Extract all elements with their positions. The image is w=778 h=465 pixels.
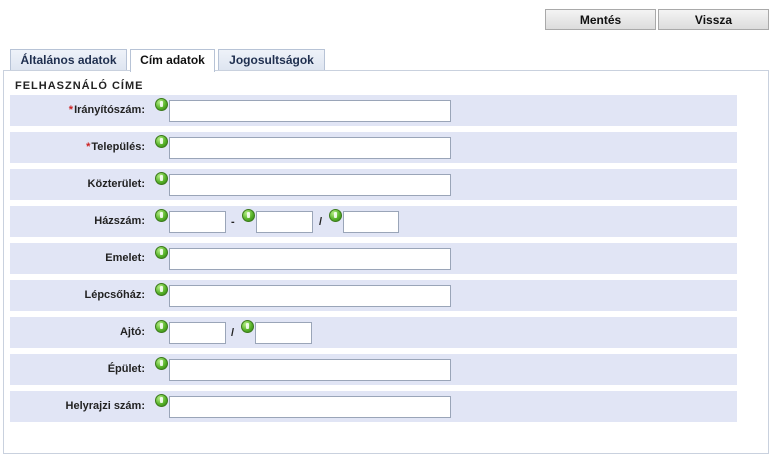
row-house-number: Házszám: - / (10, 206, 737, 237)
tab-general-data[interactable]: Általános adatok (10, 49, 127, 71)
lot-number-input[interactable] (169, 396, 451, 418)
row-street: Közterület: (10, 169, 737, 200)
section-title: FELHASZNÁLÓ CÍME (15, 80, 144, 92)
help-icon[interactable] (155, 135, 168, 148)
tab-address-data[interactable]: Cím adatok (130, 49, 215, 72)
row-door: Ajtó: / (10, 317, 737, 348)
house-number-suffix-input[interactable] (343, 211, 399, 233)
door-label: Ajtó: (119, 326, 145, 338)
help-icon[interactable] (155, 320, 168, 333)
house-number-input[interactable] (169, 211, 226, 233)
building-input[interactable] (169, 359, 451, 381)
house-number-to-input[interactable] (256, 211, 313, 233)
row-building: Épület: (10, 354, 737, 385)
help-icon[interactable] (155, 357, 168, 370)
city-input[interactable] (169, 137, 451, 159)
postal-code-input[interactable] (169, 100, 451, 122)
house-number-separator-slash: / (319, 216, 323, 228)
city-label: *Település: (86, 141, 145, 153)
door-input[interactable] (169, 322, 226, 344)
staircase-label: Lépcsőház: (84, 289, 145, 301)
building-label: Épület: (107, 363, 145, 375)
door-suffix-input[interactable] (255, 322, 312, 344)
help-icon[interactable] (155, 98, 168, 111)
address-panel: FELHASZNÁLÓ CÍME *Irányítószám: *Települ… (3, 70, 769, 454)
help-icon[interactable] (241, 320, 254, 333)
help-icon[interactable] (155, 209, 168, 222)
row-staircase: Lépcsőház: (10, 280, 737, 311)
door-separator-slash: / (231, 327, 235, 339)
save-button[interactable]: Mentés (545, 9, 656, 30)
help-icon[interactable] (155, 246, 168, 259)
staircase-input[interactable] (169, 285, 451, 307)
street-label: Közterület: (87, 178, 145, 190)
lot-number-label: Helyrajzi szám: (65, 400, 145, 412)
help-icon[interactable] (242, 209, 255, 222)
required-marker: * (86, 141, 91, 153)
floor-input[interactable] (169, 248, 451, 270)
house-number-separator-dash: - (231, 216, 235, 228)
street-input[interactable] (169, 174, 451, 196)
row-postal-code: *Irányítószám: (10, 95, 737, 126)
required-marker: * (68, 104, 74, 116)
row-city: *Település: (10, 132, 737, 163)
tab-permissions[interactable]: Jogosultságok (218, 49, 325, 71)
floor-label: Emelet: (105, 252, 145, 264)
help-icon[interactable] (155, 172, 168, 185)
house-number-label: Házszám: (94, 215, 145, 227)
help-icon[interactable] (329, 209, 342, 222)
postal-code-label: *Irányítószám: (68, 104, 145, 116)
row-floor: Emelet: (10, 243, 737, 274)
help-icon[interactable] (155, 394, 168, 407)
row-lot-number: Helyrajzi szám: (10, 391, 737, 422)
back-button[interactable]: Vissza (658, 9, 769, 30)
help-icon[interactable] (155, 283, 168, 296)
